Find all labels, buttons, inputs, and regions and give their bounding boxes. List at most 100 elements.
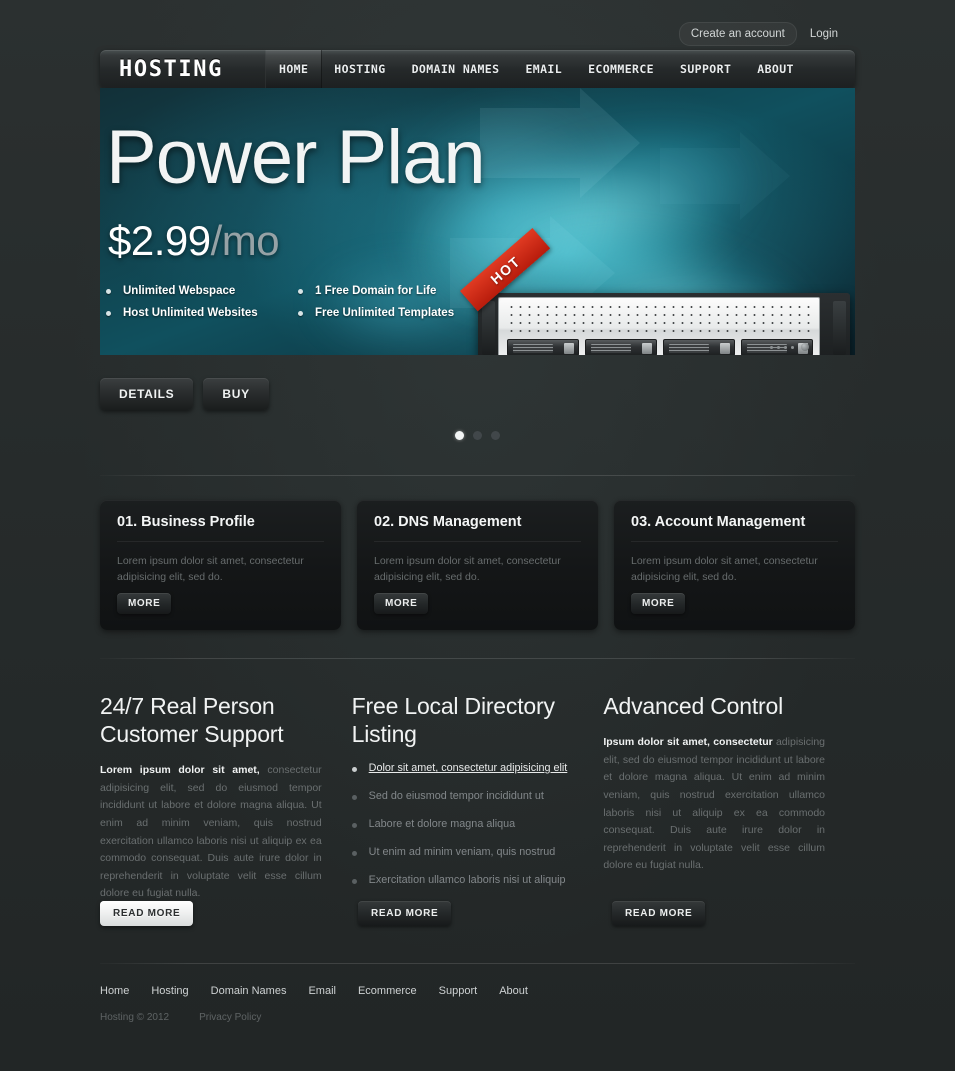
hero-price: $2.99/mo xyxy=(108,217,280,264)
footer-link-domain-names[interactable]: Domain Names xyxy=(211,985,287,997)
nav-item-hosting[interactable]: HOSTING xyxy=(321,50,398,88)
footer-link-ecommerce[interactable]: Ecommerce xyxy=(358,985,417,997)
more-button[interactable]: MORE xyxy=(117,593,172,614)
nav-item-support[interactable]: SUPPORT xyxy=(667,50,744,88)
privacy-policy-link[interactable]: Privacy Policy xyxy=(199,1012,261,1023)
nav-item-about[interactable]: ABOUT xyxy=(744,50,807,88)
hero-actions: DETAILS BUY xyxy=(100,378,269,410)
feature-box-account-management[interactable]: 03. Account Management Lorem ipsum dolor… xyxy=(614,500,855,630)
divider-footer xyxy=(100,963,855,964)
drive-bay xyxy=(507,339,579,355)
bullet-dot-icon xyxy=(106,288,111,294)
bullet-dot-icon xyxy=(298,288,303,294)
read-more-slot-one: READ MORE xyxy=(100,891,194,926)
column-customer-support: 24/7 Real Person Customer Support Lorem … xyxy=(100,692,352,903)
hero-feature-label: Free Unlimited Templates xyxy=(315,307,455,319)
led-icon xyxy=(777,345,780,349)
footer-link-support[interactable]: Support xyxy=(439,985,478,997)
login-button[interactable]: Login xyxy=(801,22,847,46)
column-paragraph: Ipsum dolor sit amet, consectetur adipis… xyxy=(603,734,825,875)
hero-feature-label: 1 Free Domain for Life xyxy=(315,285,437,297)
copyright-text: Hosting © 2012 xyxy=(100,1012,170,1023)
nav-item-ecommerce[interactable]: ECOMMERCE xyxy=(575,50,667,88)
list-item-label: Exercitation ullamco laboris nisi ut ali… xyxy=(368,874,566,887)
nav-item-domain-names[interactable]: DOMAIN NAMES xyxy=(399,50,513,88)
hero-banner: Power Plan $2.99/mo Unlimited Webspace 1… xyxy=(100,88,855,355)
more-button[interactable]: MORE xyxy=(631,593,686,614)
footer-link-email[interactable]: Email xyxy=(308,985,336,997)
list-item[interactable]: Dolor sit amet, consectetur adipisicing … xyxy=(351,762,574,775)
hero-feature-label: Host Unlimited Websites xyxy=(123,307,258,319)
list-item[interactable]: Ut enim ad minim veniam, quis nostrud xyxy=(351,846,574,859)
hero-title: Power Plan xyxy=(106,115,486,200)
nav-item-email[interactable]: EMAIL xyxy=(512,50,575,88)
paragraph-body: adipisicing elit, sed do eiusmod tempor … xyxy=(603,736,826,872)
feature-box-title: 03. Account Management xyxy=(631,514,838,542)
list-item-label: Dolor sit amet, consectetur adipisicing … xyxy=(368,762,568,775)
buy-button[interactable]: BUY xyxy=(203,378,269,410)
server-drive-bays xyxy=(507,339,813,355)
slider-dot-1[interactable] xyxy=(455,431,464,440)
bullet-dot-icon xyxy=(351,823,357,829)
bullet-dot-icon xyxy=(351,879,357,885)
footer-legal: Hosting © 2012 Privacy Policy xyxy=(100,1012,855,1023)
column-directory-listing: Free Local Directory Listing Dolor sit a… xyxy=(351,692,604,903)
hero-feature-label: Unlimited Webspace xyxy=(123,285,236,297)
read-more-button-directory[interactable]: READ MORE xyxy=(358,901,452,926)
paragraph-body: consectetur adipisicing elit, sed do eiu… xyxy=(100,764,322,900)
slider-dot-3[interactable] xyxy=(491,431,500,440)
nav-item-home[interactable]: HOME xyxy=(266,50,322,88)
read-more-button-control[interactable]: READ MORE xyxy=(612,901,706,926)
hero-feature-item: Free Unlimited Templates xyxy=(298,307,454,319)
page-root: Create an account Login HOSTING HOME HOS… xyxy=(0,0,955,1071)
feature-box-text: Lorem ipsum dolor sit amet, consectetur … xyxy=(374,555,561,584)
server-front-panel xyxy=(498,297,820,355)
server-vent-grill xyxy=(507,303,813,336)
more-button[interactable]: MORE xyxy=(374,593,429,614)
divider-middle xyxy=(100,658,855,659)
list-item[interactable]: Labore et dolore magna aliqua xyxy=(351,818,574,830)
read-more-slot-two: READ MORE xyxy=(358,891,452,926)
server-illustration: HOT xyxy=(460,228,855,355)
server-chassis xyxy=(478,293,850,355)
list-item[interactable]: Exercitation ullamco laboris nisi ut ali… xyxy=(351,874,574,887)
led-icon xyxy=(784,345,787,349)
paragraph-lead: Ipsum dolor sit amet, consectetur xyxy=(603,736,773,749)
drive-bay xyxy=(585,339,657,355)
feature-box-text: Lorem ipsum dolor sit amet, consectetur … xyxy=(631,555,818,584)
feature-box-text: Lorem ipsum dolor sit amet, consectetur … xyxy=(117,555,304,584)
list-item-label: Ut enim ad minim veniam, quis nostrud xyxy=(368,846,556,859)
create-account-button[interactable]: Create an account xyxy=(678,22,797,46)
list-item-label: Sed do eiusmod tempor incididunt ut xyxy=(368,790,544,803)
column-heading: Free Local Directory Listing xyxy=(351,693,555,748)
feature-box-business-profile[interactable]: 01. Business Profile Lorem ipsum dolor s… xyxy=(100,500,341,630)
details-button[interactable]: DETAILS xyxy=(100,378,194,410)
hero-feature-item: 1 Free Domain for Life xyxy=(298,285,454,297)
footer-link-about[interactable]: About xyxy=(499,985,528,997)
hero-price-amount: $2.99 xyxy=(108,217,211,264)
footer-link-hosting[interactable]: Hosting xyxy=(151,985,188,997)
bullet-dot-icon xyxy=(106,310,111,316)
footer-link-home[interactable]: Home xyxy=(100,985,129,997)
site-header: HOSTING HOME HOSTING DOMAIN NAMES EMAIL … xyxy=(100,50,855,88)
site-logo[interactable]: HOSTING xyxy=(100,50,266,88)
drive-bay xyxy=(663,339,735,355)
column-heading: 24/7 Real Person Customer Support xyxy=(100,693,284,748)
feature-box-title: 02. DNS Management xyxy=(374,514,581,542)
divider-top xyxy=(100,475,855,476)
paragraph-lead: Lorem ipsum dolor sit amet, xyxy=(100,764,260,777)
server-status-leds xyxy=(770,343,809,351)
server-rack-ear-right xyxy=(833,301,846,355)
list-item[interactable]: Sed do eiusmod tempor incididunt ut xyxy=(351,790,574,803)
slider-pagination xyxy=(0,431,955,440)
feature-box-dns-management[interactable]: 02. DNS Management Lorem ipsum dolor sit… xyxy=(357,500,598,630)
column-heading: Advanced Control xyxy=(603,693,783,719)
hero-feature-list: Unlimited Webspace 1 Free Domain for Lif… xyxy=(106,285,454,319)
column-advanced-control: Advanced Control Ipsum dolor sit amet, c… xyxy=(603,692,855,903)
slider-dot-2[interactable] xyxy=(473,431,482,440)
footer-navigation: Home Hosting Domain Names Email Ecommerc… xyxy=(100,985,855,997)
bullet-dot-icon xyxy=(351,767,357,773)
read-more-button-support[interactable]: READ MORE xyxy=(100,901,194,926)
led-icon xyxy=(791,345,794,349)
main-navigation: HOME HOSTING DOMAIN NAMES EMAIL ECOMMERC… xyxy=(266,50,855,88)
